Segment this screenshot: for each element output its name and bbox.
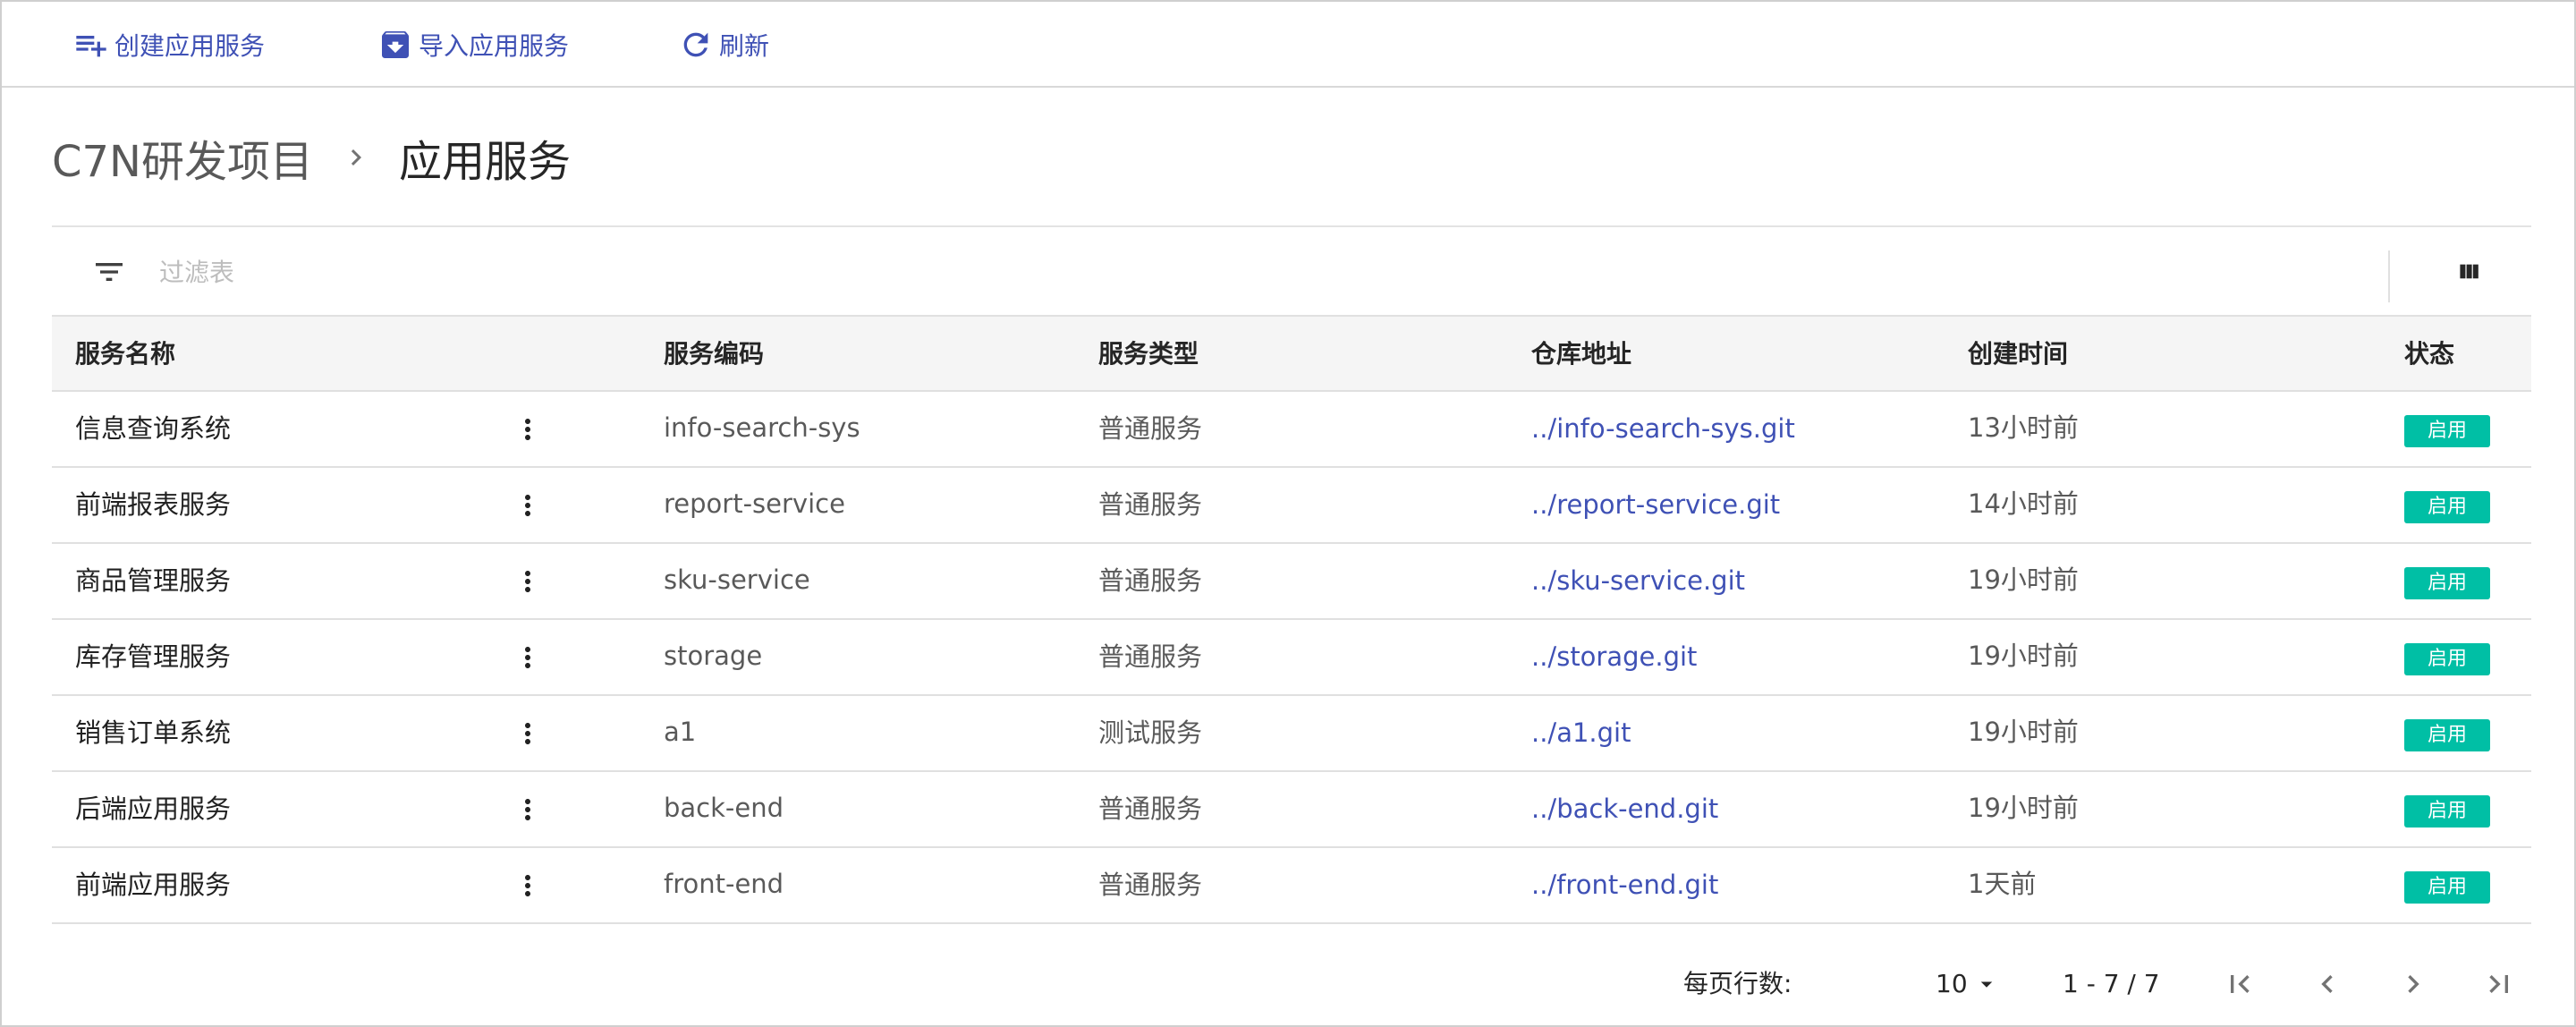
service-type: 普通服务 bbox=[1098, 413, 1203, 444]
view-column-icon[interactable] bbox=[2451, 254, 2487, 290]
create-service-label: 创建应用服务 bbox=[114, 31, 266, 61]
service-type: 普通服务 bbox=[1098, 489, 1203, 520]
table-row[interactable]: 前端报表服务 report-service 普通服务 ../report-ser… bbox=[52, 468, 2531, 544]
import-service-label: 导入应用服务 bbox=[419, 31, 570, 61]
service-code: a1 bbox=[664, 717, 697, 747]
service-code: sku-service bbox=[664, 564, 810, 595]
repo-link[interactable]: ../info-search-sys.git bbox=[1531, 392, 1795, 466]
more-vert-icon[interactable] bbox=[510, 468, 546, 542]
created-time: 19小时前 bbox=[1968, 793, 2079, 823]
service-type: 普通服务 bbox=[1098, 641, 1203, 672]
service-name[interactable]: 后端应用服务 bbox=[75, 772, 231, 846]
page-range: 1 - 7 / 7 bbox=[2063, 969, 2160, 998]
services-table: 服务名称 服务编码 服务类型 仓库地址 创建时间 状态 信息查询系统 info-… bbox=[52, 225, 2531, 924]
service-type: 普通服务 bbox=[1098, 870, 1203, 900]
more-vert-icon[interactable] bbox=[510, 620, 546, 694]
service-name[interactable]: 库存管理服务 bbox=[75, 620, 231, 694]
table-row[interactable]: 信息查询系统 info-search-sys 普通服务 ../info-sear… bbox=[52, 392, 2531, 468]
service-type: 普通服务 bbox=[1098, 565, 1203, 596]
filter-icon[interactable] bbox=[91, 254, 127, 290]
repo-link[interactable]: ../sku-service.git bbox=[1531, 544, 1745, 618]
more-vert-icon[interactable] bbox=[510, 848, 546, 922]
first-page-icon[interactable] bbox=[2222, 966, 2258, 1002]
header-repo[interactable]: 仓库地址 bbox=[1531, 317, 1631, 392]
page-size-value: 10 bbox=[1936, 969, 1968, 998]
last-page-icon[interactable] bbox=[2481, 966, 2517, 1002]
created-time: 19小时前 bbox=[1968, 717, 2079, 747]
playlist-add-icon bbox=[76, 36, 106, 57]
status-badge: 启用 bbox=[2404, 491, 2490, 523]
created-time: 14小时前 bbox=[1968, 488, 2079, 519]
table-row[interactable]: 商品管理服务 sku-service 普通服务 ../sku-service.g… bbox=[52, 544, 2531, 620]
created-time: 19小时前 bbox=[1968, 564, 2079, 595]
header-code[interactable]: 服务编码 bbox=[664, 317, 764, 392]
filter-bar bbox=[52, 225, 2531, 315]
table-row[interactable]: 前端应用服务 front-end 普通服务 ../front-end.git 1… bbox=[52, 848, 2531, 924]
service-name[interactable]: 前端报表服务 bbox=[75, 468, 231, 542]
service-name[interactable]: 前端应用服务 bbox=[75, 848, 231, 922]
repo-link[interactable]: ../report-service.git bbox=[1531, 468, 1780, 542]
rows-per-page-label: 每页行数: bbox=[1683, 969, 1792, 998]
archive-import-icon bbox=[382, 31, 409, 58]
more-vert-icon[interactable] bbox=[510, 544, 546, 618]
status-badge: 启用 bbox=[2404, 567, 2490, 599]
repo-link[interactable]: ../back-end.git bbox=[1531, 772, 1718, 846]
pagination: 每页行数: 10 1 - 7 / 7 bbox=[2, 946, 2576, 1022]
divider bbox=[2388, 250, 2390, 302]
more-vert-icon[interactable] bbox=[510, 772, 546, 846]
service-code: front-end bbox=[664, 869, 784, 899]
more-vert-icon[interactable] bbox=[510, 392, 546, 466]
header-status[interactable]: 状态 bbox=[2404, 317, 2454, 392]
status-badge: 启用 bbox=[2404, 795, 2490, 828]
status-badge: 启用 bbox=[2404, 643, 2490, 675]
import-service-button[interactable]: 导入应用服务 bbox=[377, 2, 569, 88]
created-time: 1天前 bbox=[1968, 869, 2037, 899]
repo-link[interactable]: ../front-end.git bbox=[1531, 848, 1718, 922]
service-name[interactable]: 销售订单系统 bbox=[75, 696, 231, 770]
table-header: 服务名称 服务编码 服务类型 仓库地址 创建时间 状态 bbox=[52, 315, 2531, 392]
refresh-icon bbox=[683, 32, 708, 57]
table-row[interactable]: 销售订单系统 a1 测试服务 ../a1.git 19小时前 启用 bbox=[52, 696, 2531, 772]
service-code: back-end bbox=[664, 793, 784, 823]
toolbar: 创建应用服务 导入应用服务 刷新 bbox=[2, 2, 2574, 88]
created-time: 19小时前 bbox=[1968, 641, 2079, 671]
repo-link[interactable]: ../a1.git bbox=[1531, 696, 1631, 770]
app-window: 创建应用服务 导入应用服务 刷新 C7N研发项目 应用服务 服务名称 服务编码 … bbox=[0, 0, 2576, 1027]
dropdown-arrow-icon bbox=[1980, 981, 1992, 988]
create-service-button[interactable]: 创建应用服务 bbox=[73, 2, 265, 88]
table-row[interactable]: 后端应用服务 back-end 普通服务 ../back-end.git 19小… bbox=[52, 772, 2531, 848]
filter-input[interactable] bbox=[159, 247, 2395, 297]
status-badge: 启用 bbox=[2404, 719, 2490, 751]
refresh-button[interactable]: 刷新 bbox=[678, 2, 769, 88]
service-name[interactable]: 商品管理服务 bbox=[75, 544, 231, 618]
service-name[interactable]: 信息查询系统 bbox=[75, 392, 231, 466]
page-size-select[interactable]: 10 bbox=[1936, 964, 2000, 1004]
header-time[interactable]: 创建时间 bbox=[1968, 317, 2068, 392]
more-vert-icon[interactable] bbox=[510, 696, 546, 770]
next-page-icon[interactable] bbox=[2395, 966, 2431, 1002]
status-badge: 启用 bbox=[2404, 415, 2490, 447]
header-type[interactable]: 服务类型 bbox=[1098, 317, 1199, 392]
prev-page-icon[interactable] bbox=[2309, 966, 2345, 1002]
breadcrumb: C7N研发项目 应用服务 bbox=[52, 125, 571, 190]
repo-link[interactable]: ../storage.git bbox=[1531, 620, 1697, 694]
breadcrumb-project[interactable]: C7N研发项目 bbox=[52, 126, 313, 189]
refresh-label: 刷新 bbox=[719, 31, 770, 61]
service-code: info-search-sys bbox=[664, 412, 860, 443]
page-title: 应用服务 bbox=[398, 137, 571, 187]
header-name[interactable]: 服务名称 bbox=[75, 317, 175, 392]
created-time: 13小时前 bbox=[1968, 412, 2079, 443]
service-type: 测试服务 bbox=[1098, 717, 1203, 748]
status-badge: 启用 bbox=[2404, 871, 2490, 904]
service-code: storage bbox=[664, 641, 763, 671]
table-row[interactable]: 库存管理服务 storage 普通服务 ../storage.git 19小时前… bbox=[52, 620, 2531, 696]
chevron-right-icon bbox=[351, 149, 361, 166]
service-code: report-service bbox=[664, 488, 845, 519]
service-type: 普通服务 bbox=[1098, 794, 1203, 824]
